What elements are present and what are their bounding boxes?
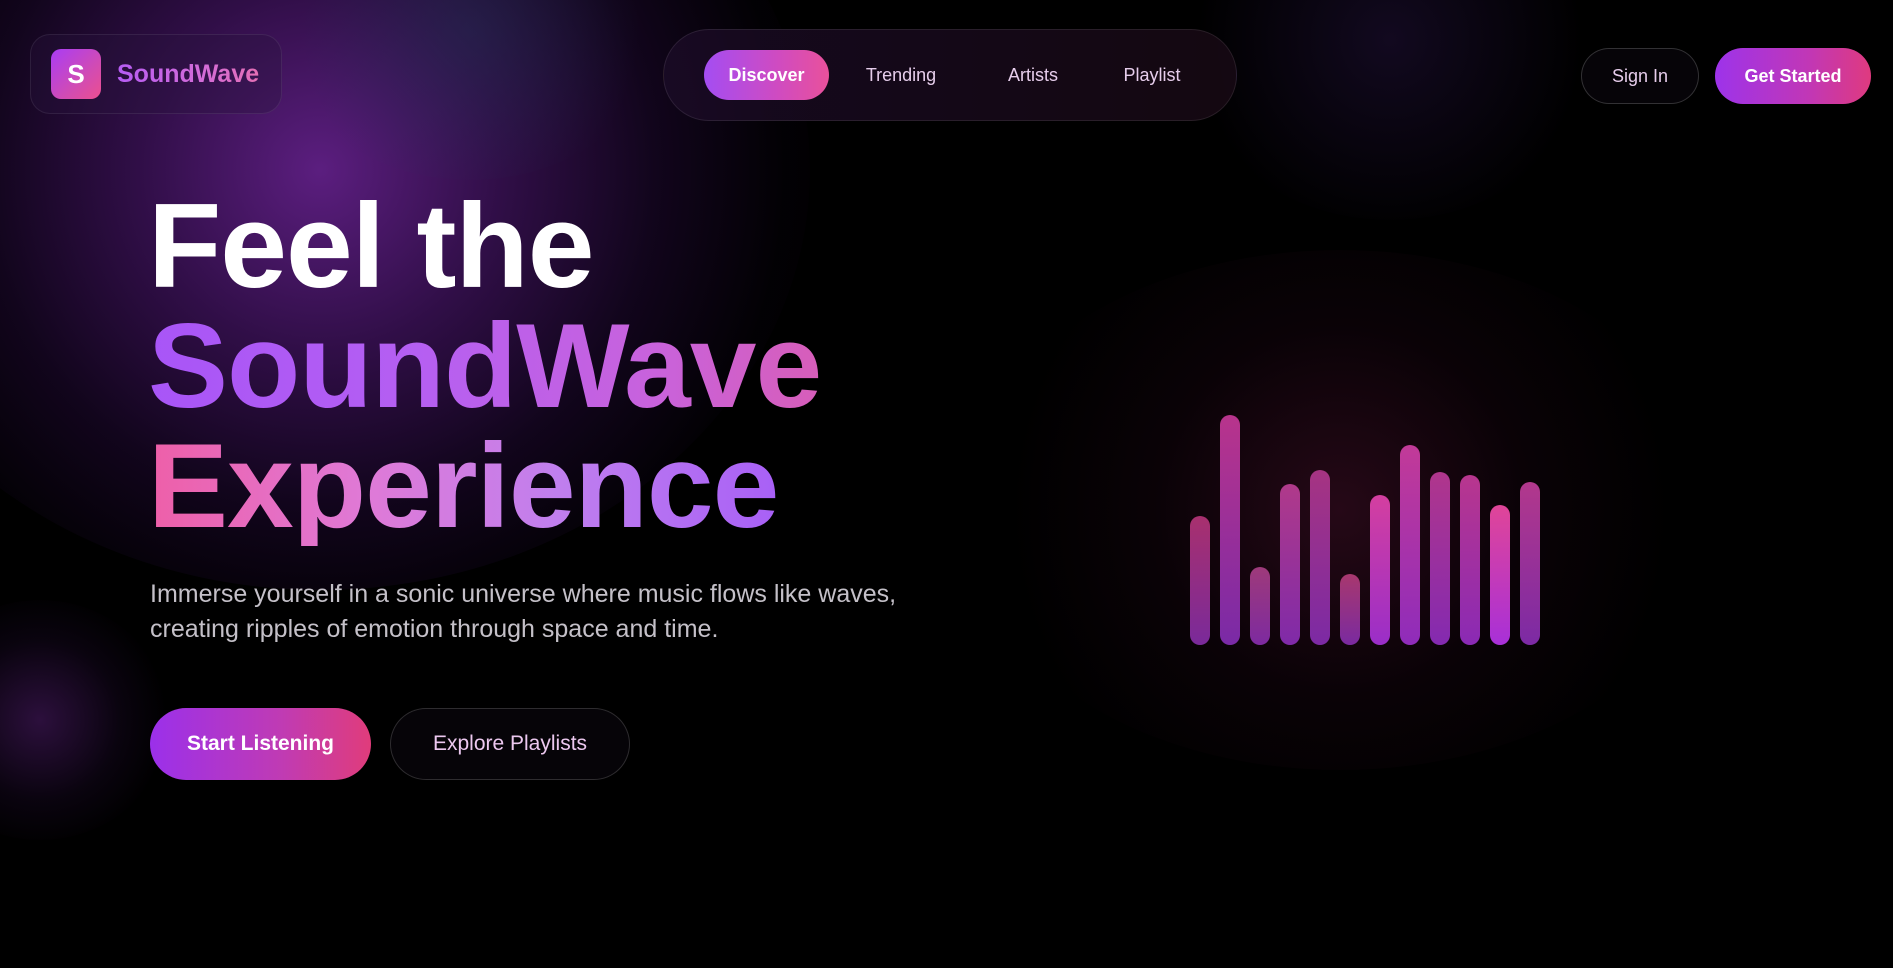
nav-item-artists[interactable]: Artists [973, 50, 1093, 100]
background-glow-top-right [1180, 0, 1600, 220]
equalizer-visual [1190, 400, 1550, 645]
equalizer-bar [1280, 484, 1300, 645]
nav-item-playlist[interactable]: Playlist [1093, 50, 1211, 100]
start-listening-button[interactable]: Start Listening [150, 708, 371, 780]
equalizer-bar [1190, 516, 1210, 645]
equalizer-bar [1430, 472, 1450, 645]
equalizer-bar [1340, 574, 1360, 645]
equalizer-bar [1460, 475, 1480, 645]
page: S SoundWave Discover Trending Artists Pl… [0, 0, 1893, 968]
hero-subtitle: Immerse yourself in a sonic universe whe… [150, 580, 897, 643]
logo-mark-icon: S [51, 49, 101, 99]
background-glow-accent [280, 0, 660, 180]
hero-title-line-1: Feel the [148, 179, 594, 313]
equalizer-bar [1490, 505, 1510, 645]
sign-in-button[interactable]: Sign In [1581, 48, 1699, 104]
equalizer-bar [1250, 567, 1270, 645]
nav-item-trending[interactable]: Trending [829, 50, 973, 100]
nav-item-discover[interactable]: Discover [704, 50, 829, 100]
hero-title-line-2: SoundWave [148, 299, 822, 433]
equalizer-bar [1370, 495, 1390, 645]
background-glow-small [0, 600, 170, 840]
main-nav: Discover Trending Artists Playlist [663, 29, 1237, 121]
equalizer-bar [1520, 482, 1540, 645]
explore-playlists-button[interactable]: Explore Playlists [390, 708, 630, 780]
brand-name: SoundWave [117, 59, 260, 88]
equalizer-bar [1220, 415, 1240, 645]
equalizer-bar [1310, 470, 1330, 645]
brand-logo[interactable]: S SoundWave [30, 34, 282, 114]
get-started-button[interactable]: Get Started [1715, 48, 1871, 104]
hero-title-line-3: Experience [148, 419, 779, 553]
equalizer-bar [1400, 445, 1420, 645]
